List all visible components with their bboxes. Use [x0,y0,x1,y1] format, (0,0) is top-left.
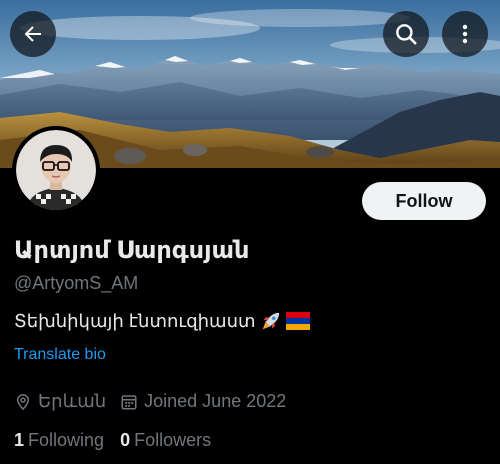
display-name: Արտյոմ Սարգսյան [14,237,250,264]
translate-bio-link[interactable]: Translate bio [14,346,106,364]
following-link[interactable]: 1 Following [14,430,104,451]
search-icon [396,24,417,45]
back-button[interactable] [10,11,56,57]
bio-text: Տեխնիկայի էնտուզիաստ [14,310,256,331]
bio: Տեխնիկայի էնտուզիաստ [14,310,310,332]
following-label: Following [28,430,105,450]
calendar-icon [121,394,137,409]
avatar-image [16,130,96,210]
location-item: Երևան [14,391,106,412]
search-button[interactable] [383,11,429,57]
location-text: Երևան [38,391,107,411]
avatar[interactable] [12,126,100,214]
followers-link[interactable]: 0 Followers [120,430,211,451]
profile-meta: Երևան Joined June 2022 [14,391,300,412]
username-handle: @ArtyomS_AM [14,273,139,293]
armenia-flag-icon [285,312,310,330]
joined-date-text: Joined June 2022 [144,391,287,411]
following-count: 1 [14,430,25,450]
arrow-left-icon [24,26,41,42]
follow-stats: 1 Following 0 Followers [14,430,227,451]
followers-count: 0 [120,430,131,450]
more-vertical-icon [462,24,468,44]
joined-item: Joined June 2022 [120,391,286,412]
follow-button[interactable]: Follow [362,182,486,220]
location-pin-icon [16,393,30,410]
rocket-emoji-icon [262,312,279,330]
more-options-button[interactable] [442,11,488,57]
followers-label: Followers [134,430,212,450]
